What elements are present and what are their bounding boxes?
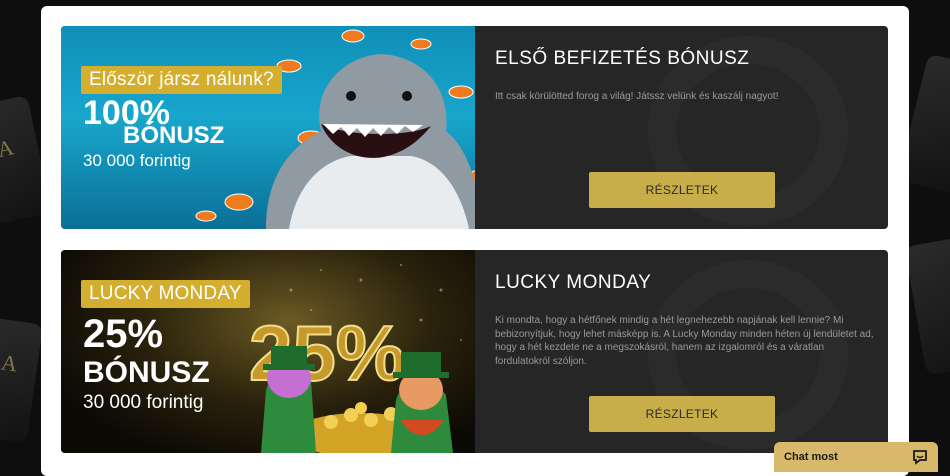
promo-banner-image: Először jársz nálunk? 100% BÓNUSZ 30 000… xyxy=(61,26,475,229)
details-button[interactable]: RÉSZLETEK xyxy=(589,396,775,432)
chat-label: Chat most xyxy=(784,451,838,463)
playing-card-decoration xyxy=(904,234,950,376)
bonus-amount: 30 000 forintig xyxy=(83,151,191,170)
playing-card-decoration: A xyxy=(0,316,44,444)
card-letter: A xyxy=(0,134,16,163)
promo-description: Itt csak körülötted forog a világ! Játss… xyxy=(495,91,779,102)
banner-tag: LUCKY MONDAY xyxy=(81,280,250,308)
chat-widget-button[interactable]: Chat most xyxy=(774,442,938,472)
bonus-percent: 25% xyxy=(83,312,164,356)
promo-description: Ki mondta, hogy a hétfőnek mindig a hét … xyxy=(495,315,874,367)
bonus-word: BÓNUSZ xyxy=(123,122,225,149)
card-letter: A xyxy=(0,349,19,377)
promo-card-lucky-monday: 25% LUCKY MONDAY 25% BÓNUSZ 30 000 forin… xyxy=(61,250,888,453)
chat-bubble-icon xyxy=(913,450,927,465)
bonus-amount: 30 000 forintig xyxy=(83,392,204,413)
banner-tag: Először jársz nálunk? xyxy=(81,66,282,94)
promo-banner-image: 25% LUCKY MONDAY 25% BÓNUSZ 30 000 forin… xyxy=(61,250,475,453)
promo-info: LUCKY MONDAY Ki mondta, hogy a hétfőnek … xyxy=(475,250,888,453)
promo-title: ELSŐ BEFIZETÉS BÓNUSZ xyxy=(495,48,750,69)
promo-info: ELSŐ BEFIZETÉS BÓNUSZ Itt csak körülötte… xyxy=(475,26,888,229)
promo-card-first-deposit: Először jársz nálunk? 100% BÓNUSZ 30 000… xyxy=(61,26,888,229)
details-button[interactable]: RÉSZLETEK xyxy=(589,172,775,208)
promo-title: LUCKY MONDAY xyxy=(495,272,652,293)
bonus-word: BÓNUSZ xyxy=(83,356,210,389)
